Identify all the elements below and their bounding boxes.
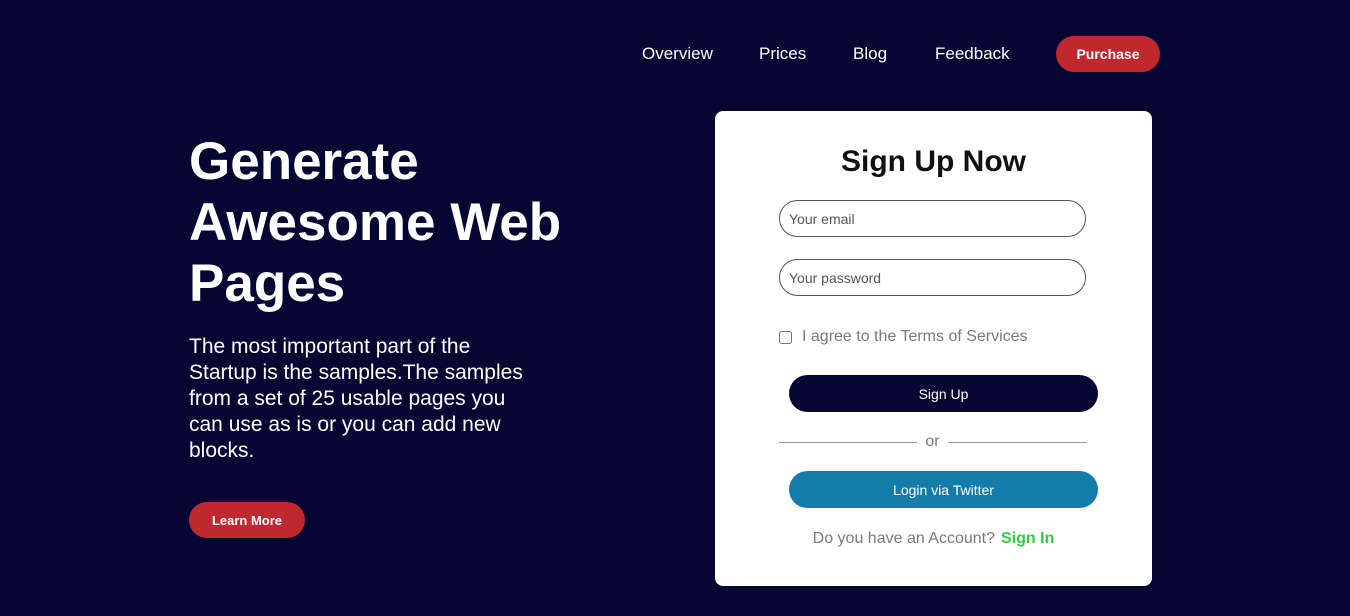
hero-description: The most important part of the Startup i… xyxy=(189,335,523,462)
nav-link-prices[interactable]: Prices xyxy=(759,44,806,64)
top-nav: Overview Prices Blog Feedback Purchase xyxy=(0,36,1350,72)
twitter-login-button[interactable]: Login via Twitter xyxy=(789,471,1098,508)
terms-row: I agree to the Terms of Services xyxy=(779,327,1028,347)
sign-up-button[interactable]: Sign Up xyxy=(789,375,1098,412)
email-field[interactable] xyxy=(779,200,1086,237)
divider-or-text: or xyxy=(925,433,940,450)
nav-link-overview[interactable]: Overview xyxy=(642,44,713,64)
divider-line-left xyxy=(779,442,917,443)
account-prompt: Do you have an Account? xyxy=(812,530,996,547)
sign-in-link[interactable]: Sign In xyxy=(1001,530,1054,548)
learn-more-button[interactable]: Learn More xyxy=(189,502,305,538)
password-field[interactable] xyxy=(779,259,1086,296)
hero-title: Generate Awesome Web Pages xyxy=(189,132,562,313)
signup-card: Sign Up Now I agree to the Terms of Serv… xyxy=(715,111,1152,586)
signup-title: Sign Up Now xyxy=(841,145,1026,178)
nav-link-feedback[interactable]: Feedback xyxy=(935,44,1010,64)
divider-line-right xyxy=(948,442,1087,443)
nav-link-blog[interactable]: Blog xyxy=(853,44,887,64)
account-row: Do you have an Account? Sign In xyxy=(715,530,1152,548)
terms-checkbox[interactable] xyxy=(779,330,792,344)
terms-label: I agree to the Terms of Services xyxy=(802,328,1028,345)
purchase-button[interactable]: Purchase xyxy=(1056,36,1160,72)
